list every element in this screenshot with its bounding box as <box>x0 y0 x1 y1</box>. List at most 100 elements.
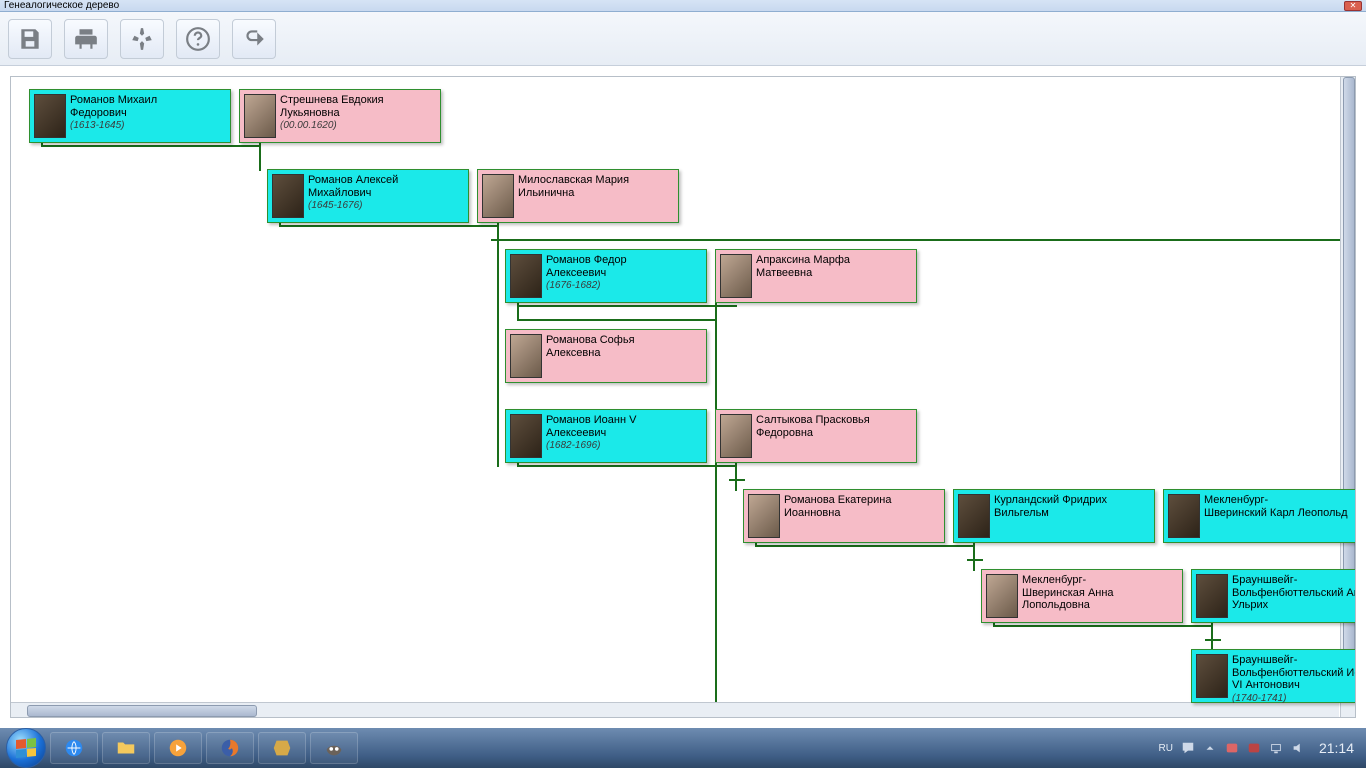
person-dates: (1682-1696) <box>546 440 636 452</box>
person-name-line1: Милославская Мария <box>518 174 629 187</box>
help-button[interactable] <box>176 19 220 59</box>
person-info: Апраксина МарфаМатвеевна <box>756 252 850 279</box>
tray-icon-1[interactable] <box>1225 741 1239 755</box>
connector-hline <box>491 239 1356 241</box>
connector-hline <box>755 545 975 547</box>
tools-icon <box>129 26 155 52</box>
person-card[interactable]: Брауншвейг-Вольфенбюттельский Антон Ульр… <box>1191 569 1356 623</box>
network-icon[interactable] <box>1269 741 1283 755</box>
taskbar-pin-app[interactable] <box>258 732 306 764</box>
person-info: Романов МихаилФедорович(1613-1645) <box>70 92 157 132</box>
tray-icon-2[interactable] <box>1247 741 1261 755</box>
person-dates: (1676-1682) <box>546 280 627 292</box>
person-card[interactable]: Мекленбург-Шверинский Карл Леопольд <box>1163 489 1356 543</box>
taskbar: RU 21:14 <box>0 728 1366 768</box>
portrait-thumbnail <box>1196 654 1228 698</box>
person-dates: (1740-1741) <box>1232 693 1356 705</box>
taskbar-pin-gimp[interactable] <box>310 732 358 764</box>
person-name-line1: Мекленбург- <box>1204 494 1348 507</box>
taskbar-pin-wmp[interactable] <box>154 732 202 764</box>
person-name-line2: Федорович <box>70 107 157 120</box>
start-button[interactable] <box>6 728 46 768</box>
portrait-thumbnail <box>34 94 66 138</box>
tools-button[interactable] <box>120 19 164 59</box>
connector-vline <box>735 463 737 491</box>
action-center-icon[interactable] <box>1181 741 1195 755</box>
portrait-thumbnail <box>748 494 780 538</box>
connector-vline <box>259 143 261 171</box>
person-name-line1: Романов Михаил <box>70 94 157 107</box>
person-dates: (1613-1645) <box>70 120 157 132</box>
undo-button[interactable] <box>232 19 276 59</box>
person-card[interactable]: Апраксина МарфаМатвеевна <box>715 249 917 303</box>
person-card[interactable]: Салтыкова ПрасковьяФедоровна <box>715 409 917 463</box>
portrait-thumbnail <box>482 174 514 218</box>
person-name-line1: Курландский Фридрих <box>994 494 1107 507</box>
person-card[interactable]: Курландский ФридрихВильгельм <box>953 489 1155 543</box>
connector-hline <box>1205 639 1221 641</box>
print-button[interactable] <box>64 19 108 59</box>
portrait-thumbnail <box>720 414 752 458</box>
window-close-button[interactable]: ✕ <box>1344 1 1362 11</box>
volume-icon[interactable] <box>1291 741 1305 755</box>
portrait-thumbnail <box>958 494 990 538</box>
person-name-line1: Романов Федор <box>546 254 627 267</box>
person-name-line2: Иоанновна <box>784 507 892 520</box>
portrait-thumbnail <box>510 414 542 458</box>
person-info: Курландский ФридрихВильгельм <box>994 492 1107 519</box>
connector-hline <box>993 625 1213 627</box>
person-card[interactable]: Романова ЕкатеринаИоанновна <box>743 489 945 543</box>
taskbar-pin-firefox[interactable] <box>206 732 254 764</box>
hex-app-icon <box>271 737 293 759</box>
connector-hline <box>517 319 717 321</box>
window-titlebar: Генеалогическое дерево ✕ <box>0 0 1366 12</box>
person-card[interactable]: Романов ФедорАлексеевич(1676-1682) <box>505 249 707 303</box>
person-card[interactable]: Стрешнева ЕвдокияЛукьяновна(00.00.1620) <box>239 89 441 143</box>
portrait-thumbnail <box>510 334 542 378</box>
tree-canvas[interactable]: Романов МихаилФедорович(1613-1645) Стрешн… <box>10 76 1356 718</box>
firefox-icon <box>219 737 241 759</box>
taskbar-pin-ie[interactable] <box>50 732 98 764</box>
save-button[interactable] <box>8 19 52 59</box>
tray-chevron-icon[interactable] <box>1203 741 1217 755</box>
person-info: Стрешнева ЕвдокияЛукьяновна(00.00.1620) <box>280 92 384 132</box>
person-name-line2: Лукьяновна <box>280 107 384 120</box>
connector-hline <box>41 145 261 147</box>
taskbar-pin-explorer[interactable] <box>102 732 150 764</box>
person-name-line2: Вольфенбюттельский Иоанн VI Антонович <box>1232 667 1356 692</box>
horizontal-scrollbar[interactable] <box>11 702 1339 718</box>
person-name-line1: Брауншвейг- <box>1232 654 1356 667</box>
portrait-thumbnail <box>244 94 276 138</box>
person-name-line2: Шверинская Анна Лопольдовна <box>1022 587 1178 612</box>
gimp-icon <box>323 737 345 759</box>
person-info: Мекленбург-Шверинская Анна Лопольдовна <box>1022 572 1178 612</box>
connector-hline <box>517 305 737 307</box>
language-indicator[interactable]: RU <box>1159 743 1173 754</box>
windows-logo-icon <box>16 738 36 758</box>
person-name-line2: Матвеевна <box>756 267 850 280</box>
window-title: Генеалогическое дерево <box>4 0 119 11</box>
person-info: Салтыкова ПрасковьяФедоровна <box>756 412 870 439</box>
person-info: Романова ЕкатеринаИоанновна <box>784 492 892 519</box>
person-card[interactable]: Романова СофьяАлексевна <box>505 329 707 383</box>
system-tray: RU 21:14 <box>1159 740 1361 756</box>
person-card[interactable]: Милославская МарияИльинична <box>477 169 679 223</box>
connector-vline <box>715 303 717 718</box>
person-info: Брауншвейг-Вольфенбюттельский Антон Ульр… <box>1232 572 1356 612</box>
connector-vline <box>973 543 975 571</box>
print-icon <box>73 26 99 52</box>
person-name-line1: Стрешнева Евдокия <box>280 94 384 107</box>
person-info: Романов Иоанн VАлексеевич(1682-1696) <box>546 412 636 452</box>
wmp-icon <box>167 737 189 759</box>
person-name-line1: Брауншвейг- <box>1232 574 1356 587</box>
person-card[interactable]: Романов МихаилФедорович(1613-1645) <box>29 89 231 143</box>
person-name-line1: Романов Иоанн V <box>546 414 636 427</box>
person-card[interactable]: Романов Иоанн VАлексеевич(1682-1696) <box>505 409 707 463</box>
person-card[interactable]: Брауншвейг-Вольфенбюттельский Иоанн VI А… <box>1191 649 1356 703</box>
person-card[interactable]: Романов АлексейМихайлович(1645-1676) <box>267 169 469 223</box>
horizontal-scroll-thumb[interactable] <box>27 705 257 717</box>
person-name-line2: Алексеевич <box>546 267 627 280</box>
taskbar-clock[interactable]: 21:14 <box>1313 740 1360 756</box>
person-info: Мекленбург-Шверинский Карл Леопольд <box>1204 492 1348 519</box>
person-card[interactable]: Мекленбург-Шверинская Анна Лопольдовна <box>981 569 1183 623</box>
